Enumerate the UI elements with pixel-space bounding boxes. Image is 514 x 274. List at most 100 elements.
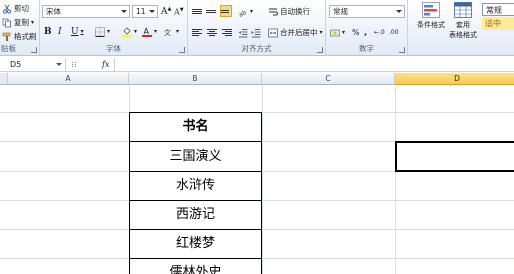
increase-indent-button[interactable] (251, 26, 261, 39)
copy-button[interactable]: 复制 ▾ (2, 16, 34, 29)
table-icon (454, 2, 472, 18)
cell-b-book-1[interactable]: 三国演义 (129, 141, 262, 172)
merge-cells-icon (268, 28, 278, 38)
grow-font-icon: A▲ (161, 6, 172, 17)
formula-input[interactable] (114, 58, 514, 71)
chevron-down-icon: ▾ (134, 28, 138, 35)
name-box-splitter[interactable] (72, 62, 76, 67)
wrap-text-icon (268, 7, 278, 17)
merge-center-button[interactable]: 合并后居中 ▾ (268, 26, 323, 39)
percent-button[interactable]: % (352, 26, 360, 39)
cell-b-book-3[interactable]: 西游记 (129, 200, 262, 230)
conditional-format-button[interactable]: 条件格式 (412, 2, 450, 42)
font-color-button[interactable]: A ▾ (142, 25, 157, 38)
italic-label: I (58, 26, 62, 37)
neutral-style-label: 适中 (485, 19, 501, 28)
phonetic-button[interactable]: 文 ▾ (164, 25, 179, 38)
grow-font-button[interactable]: A▲ (161, 5, 171, 18)
neutral-style-swatch[interactable]: 适中 (482, 17, 514, 30)
cell-b-book-2[interactable]: 水浒传 (129, 171, 262, 201)
chevron-down-icon: ▾ (250, 8, 254, 15)
chevron-down-icon: ▾ (319, 29, 323, 36)
format-as-table-label-line2: 表格格式 (449, 31, 477, 39)
chevron-down-icon: ▾ (154, 28, 158, 35)
conditional-format-icon (422, 2, 440, 18)
orientation-button[interactable]: ab ▾ (238, 5, 253, 18)
name-box[interactable]: D5 (0, 58, 66, 71)
column-header-d[interactable]: D (395, 73, 514, 85)
phonetic-guide-icon: 文 (164, 27, 174, 37)
font-group: 宋体 11 A▲ A▼ B I U ▾ ▾ ▾ A ▾ 文 ▾ 字体 (40, 0, 188, 56)
column-header-a-label: A (65, 74, 71, 83)
text-orientation-icon: ab (238, 7, 248, 18)
number-format-select[interactable]: 常规 (329, 5, 405, 18)
cell-text: 水浒传 (175, 178, 215, 193)
align-bottom-button[interactable] (220, 5, 232, 17)
align-middle-button[interactable] (206, 5, 218, 17)
align-right-button[interactable] (220, 26, 232, 38)
column-header-b[interactable]: B (129, 73, 262, 85)
clipboard-launcher-icon[interactable] (31, 47, 37, 53)
insert-function-icon[interactable]: fx (102, 58, 109, 71)
paintbrush-icon (2, 32, 12, 42)
column-header-d-label: D (454, 74, 460, 83)
paint-bucket-icon (122, 26, 132, 37)
active-cell-d5[interactable] (395, 141, 514, 172)
ribbon: 剪切 复制 ▾ 格式刷 贴板 宋体 11 A▲ A▼ B I U ▾ ▾ ▾ A… (0, 0, 514, 56)
cell-text: 书名 (182, 119, 209, 134)
chevron-down-icon: ▾ (342, 29, 346, 36)
chevron-down-icon: ▾ (31, 19, 35, 26)
borders-button[interactable]: ▾ (95, 25, 110, 38)
cell-b-book-5[interactable]: 儒林外史 (129, 258, 262, 274)
cell-b-book-4[interactable]: 红楼梦 (129, 229, 262, 259)
align-top-button[interactable] (192, 5, 204, 17)
svg-text:文: 文 (164, 28, 171, 37)
decrease-decimal-icon: .00 (389, 29, 399, 36)
alignment-group: ab ▾ 自动换行 合并后居中 ▾ 对齐方式 (188, 0, 326, 56)
comma-style-button[interactable]: , (364, 26, 367, 39)
column-header-a[interactable]: A (8, 73, 129, 85)
chevron-down-icon (56, 63, 62, 66)
format-painter-button[interactable]: 格式刷 (2, 30, 37, 43)
conditional-format-label: 条件格式 (417, 21, 445, 29)
decrease-decimal-button[interactable]: .00 (389, 26, 399, 39)
cell-text: 西游记 (175, 207, 215, 222)
shrink-font-button[interactable]: A▼ (174, 5, 184, 18)
font-group-label: 字体 (106, 44, 121, 53)
svg-text:A: A (144, 27, 150, 36)
align-center-button[interactable] (206, 26, 218, 38)
clipboard-group: 剪切 复制 ▾ 格式刷 贴板 (0, 0, 40, 56)
gridline (395, 85, 396, 274)
normal-style-swatch[interactable]: 常规 (482, 3, 514, 16)
copy-icon (2, 18, 12, 28)
align-left-button[interactable] (192, 26, 204, 38)
number-group-label: 数字 (359, 44, 374, 53)
font-name-select[interactable]: 宋体 (42, 5, 130, 18)
alignment-launcher-icon[interactable] (317, 47, 323, 53)
font-launcher-icon[interactable] (179, 47, 185, 53)
column-header-c[interactable]: C (262, 73, 395, 85)
svg-text:ab: ab (238, 8, 248, 16)
increase-decimal-button[interactable]: ←.0 (374, 26, 385, 39)
increase-decimal-icon: ←.0 (374, 29, 385, 36)
decrease-indent-button[interactable] (238, 26, 248, 39)
underline-label: U (71, 26, 79, 37)
underline-button[interactable]: U ▾ (71, 25, 84, 38)
number-launcher-icon[interactable] (399, 47, 405, 53)
bold-button[interactable]: B (44, 25, 52, 38)
accounting-format-button[interactable]: ▾ (330, 26, 345, 39)
font-size-select[interactable]: 11 (132, 5, 158, 18)
cell-text: 三国演义 (169, 149, 222, 164)
italic-button[interactable]: I (58, 25, 62, 38)
wrap-text-button[interactable]: 自动换行 (268, 5, 310, 18)
font-color-icon: A (142, 27, 152, 37)
shrink-font-icon: A▼ (174, 6, 184, 17)
bold-label: B (44, 26, 52, 37)
select-all-corner[interactable] (0, 73, 8, 85)
cell-b-book-title-header[interactable]: 书名 (129, 112, 262, 142)
cell-text: 儒林外史 (169, 265, 222, 274)
format-as-table-button[interactable]: 套用 表格格式 (448, 2, 478, 46)
fill-color-button[interactable]: ▾ (122, 25, 137, 38)
cell-text: 红楼梦 (175, 236, 215, 251)
cut-button[interactable]: 剪切 (2, 2, 29, 15)
